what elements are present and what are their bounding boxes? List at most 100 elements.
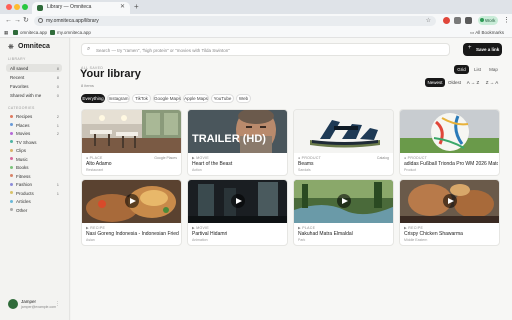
play-icon[interactable]	[443, 194, 457, 208]
back-icon[interactable]: ←	[5, 16, 12, 25]
extension-icon[interactable]	[443, 17, 450, 24]
bookmark-star-icon[interactable]: ☆	[426, 17, 431, 24]
category-item-clips[interactable]: Clips	[6, 146, 62, 154]
card-subtitle: Sandals	[298, 168, 311, 172]
reload-icon[interactable]: ↻	[23, 16, 29, 25]
category-item-other[interactable]: Other	[6, 206, 62, 214]
card-title: Beams	[298, 161, 314, 167]
user-email: jamper@example.com	[21, 305, 57, 309]
user-profile[interactable]: Jamper jamper@example.com ⋮	[6, 296, 62, 314]
filter-web[interactable]: Web	[236, 94, 251, 103]
library-card[interactable]: ● PLACE Google Places Alto Adamo Restaur…	[81, 109, 182, 176]
sidebar-item-label: Shared with me	[10, 93, 42, 98]
category-item-tv-shows[interactable]: TV Shows	[6, 138, 62, 146]
sidebar-item-all-saved[interactable]: All saved 8	[6, 64, 62, 72]
library-card[interactable]: TRAILER (HD) ▶ MOVIE Heart of the Beast …	[187, 109, 288, 176]
category-color-dot	[10, 199, 13, 203]
sidebar-item-shared-with-me[interactable]: Shared with me 0	[6, 91, 62, 99]
filter-youtube[interactable]: YouTube	[211, 94, 234, 103]
category-label: Other	[16, 207, 28, 213]
sort-oldest-button[interactable]: Oldest	[446, 78, 463, 87]
category-color-dot	[10, 182, 13, 186]
filter-everything[interactable]: Everything	[81, 94, 105, 103]
bookmark-item[interactable]: omniteca.app	[13, 30, 47, 35]
sort-za-button[interactable]: Z → A	[483, 78, 501, 87]
site-info-icon[interactable]	[38, 18, 43, 23]
card-thumbnail: TRAILER (HD)	[188, 110, 287, 153]
category-item-fashion[interactable]: Fashion 1	[6, 180, 62, 188]
library-card[interactable]: ● PRODUCT Catalog Beams Sandals	[293, 109, 394, 176]
minimize-window-icon[interactable]	[14, 4, 20, 10]
category-color-dot	[10, 123, 13, 126]
card-title: Crispy Chicken Shawarma	[404, 231, 463, 237]
view-map-button[interactable]: Map	[486, 65, 501, 74]
search-input[interactable]: ⌕ Search — try "ramen", "high protein" o…	[81, 43, 450, 56]
library-card[interactable]: ▶ MOVIE Partival Hidamri Animation	[187, 179, 288, 246]
view-list-button[interactable]: List	[470, 65, 485, 74]
category-item-fitness[interactable]: Fitness	[6, 172, 62, 180]
category-color-dot	[10, 208, 13, 211]
browser-menu-icon[interactable]: ⋮	[503, 16, 510, 24]
category-label: Music	[16, 156, 28, 162]
card-thumbnail	[82, 110, 181, 153]
card-category: Google Places	[154, 156, 177, 160]
card-source: ▶ RECIPE	[86, 226, 106, 230]
library-card[interactable]: ▶ RECIPE Crispy Chicken Shawarma Middle …	[399, 179, 500, 246]
sidebar-item-recent[interactable]: Recent 8	[6, 73, 62, 81]
profile-button[interactable]: Work	[478, 16, 498, 25]
category-item-articles[interactable]: Articles	[6, 197, 62, 205]
page-title: Your library	[80, 68, 141, 80]
card-subtitle: Restaurant	[86, 168, 104, 172]
apps-grid-icon[interactable]: ▦	[4, 30, 8, 36]
close-window-icon[interactable]	[6, 4, 12, 10]
new-tab-icon[interactable]: +	[134, 2, 139, 12]
favicon-icon	[37, 5, 43, 11]
category-label: Movies	[16, 131, 31, 136]
save-link-button[interactable]: + Save a link	[463, 43, 502, 56]
all-bookmarks-button[interactable]: ▭ All Bookmarks	[470, 30, 504, 36]
play-icon[interactable]	[125, 194, 139, 208]
sort-newest-button[interactable]: Newest	[425, 78, 445, 87]
section-label-categories: CATEGORIES	[8, 106, 35, 110]
card-source: ● PLACE	[86, 156, 103, 160]
filter-apple-maps[interactable]: Apple Maps	[183, 94, 209, 103]
extensions-puzzle-icon[interactable]	[465, 17, 472, 24]
play-icon[interactable]	[337, 194, 351, 208]
filter-google-maps[interactable]: Google Maps	[153, 94, 181, 103]
filter-tiktok[interactable]: TikTok	[132, 94, 151, 103]
extension-icon[interactable]	[454, 17, 461, 24]
card-source: ▶ MOVIE	[192, 226, 210, 230]
library-card[interactable]: ● PRODUCT adidas Fußball Trionda Pro WM …	[399, 109, 500, 176]
browser-toolbar: ← → ↻ my.omniteca.app/library ☆	[0, 14, 512, 28]
library-card[interactable]: ▶ RECIPE Nasi Goreng Indonesia - Indones…	[81, 179, 182, 246]
card-title: Heart of the Beast	[192, 161, 233, 167]
more-icon[interactable]: ⋮	[55, 301, 60, 307]
category-item-recipes[interactable]: Recipes 2	[6, 112, 62, 120]
filter-instagram[interactable]: Instagram	[107, 94, 130, 103]
library-card[interactable]: ▶ PLACE Nakuhad Matra Elmaldal Park	[293, 179, 394, 246]
forward-icon[interactable]: →	[14, 16, 21, 25]
card-subtitle: Asian	[86, 238, 95, 242]
profile-avatar-icon	[480, 18, 484, 22]
sidebar: ❋ Omniteca LIBRARY All saved 8 Recent 8 Favo…	[0, 38, 70, 320]
browser-tab[interactable]: Library — Omniteca ✕	[32, 2, 130, 14]
category-item-music[interactable]: Music	[6, 155, 62, 163]
section-label-library: LIBRARY	[8, 57, 26, 61]
view-grid-button[interactable]: Grid	[454, 65, 469, 74]
category-item-places[interactable]: Places 1	[6, 121, 62, 129]
bookmark-item[interactable]: my.omniteca.app	[50, 30, 91, 35]
sidebar-item-favorites[interactable]: Favorites 0	[6, 82, 62, 90]
play-icon[interactable]	[231, 194, 245, 208]
close-tab-icon[interactable]: ✕	[120, 3, 125, 10]
card-title: Nasi Goreng Indonesia - Indonesian Fried…	[86, 231, 180, 237]
category-label: Products	[16, 190, 34, 196]
address-bar[interactable]: my.omniteca.app/library ☆	[34, 16, 436, 26]
category-item-products[interactable]: Products 1	[6, 189, 62, 197]
sort-az-button[interactable]: A → Z	[464, 78, 482, 87]
maximize-window-icon[interactable]	[22, 4, 28, 10]
category-item-books[interactable]: Books	[6, 163, 62, 171]
category-item-movies[interactable]: Movies 2	[6, 129, 62, 137]
tab-title: Library — Omniteca	[47, 4, 92, 10]
card-subtitle: Park	[298, 238, 306, 242]
category-label: Books	[16, 165, 29, 170]
